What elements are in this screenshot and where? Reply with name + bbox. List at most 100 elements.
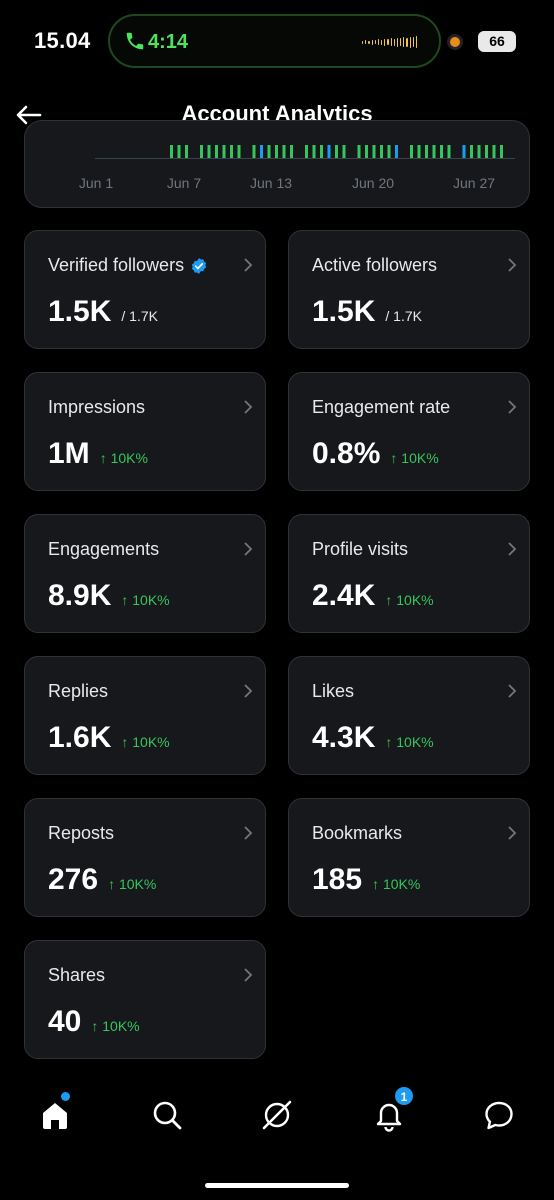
search-icon — [153, 1101, 182, 1130]
nav-messages[interactable] — [482, 1098, 516, 1132]
chart-bar — [267, 145, 271, 159]
card-value: 1.5K — [312, 295, 376, 328]
home-indicator — [205, 1183, 349, 1188]
unread-dot — [61, 1092, 70, 1101]
card-profile-visits[interactable]: Profile visits 2.4K ↑ 10K% — [288, 514, 530, 633]
card-label-row: Verified followers — [48, 255, 208, 276]
card-label-row: Profile visits — [312, 539, 408, 560]
chevron-right-icon — [244, 542, 253, 556]
status-bar: 15.04 4:14 66 — [0, 0, 554, 84]
card-value-row: 1.6K ↑ 10K% — [48, 721, 170, 755]
nav-home[interactable] — [38, 1092, 72, 1132]
card-total: / 1.7K — [121, 308, 158, 324]
chart-bar — [425, 145, 428, 159]
chart-bar — [215, 145, 218, 159]
card-label-row: Shares — [48, 965, 105, 986]
card-reposts[interactable]: Reposts 276 ↑ 10K% — [24, 798, 266, 917]
card-delta: ↑ 10K% — [121, 734, 170, 750]
chart-bar — [365, 145, 368, 159]
card-delta: ↑ 10K% — [385, 734, 434, 750]
card-label-row: Active followers — [312, 255, 437, 276]
chart-bar — [207, 145, 211, 159]
card-delta: ↑ 10K% — [91, 1018, 140, 1034]
card-value: 1M — [48, 437, 90, 470]
chart-bar — [357, 145, 361, 159]
chart-bar — [185, 145, 188, 159]
card-value-row: 2.4K ↑ 10K% — [312, 579, 434, 613]
card-label: Replies — [48, 681, 109, 701]
dynamic-island-call[interactable]: 4:14 — [108, 14, 441, 68]
card-replies[interactable]: Replies 1.6K ↑ 10K% — [24, 656, 266, 775]
chart-bar — [432, 145, 436, 159]
bottom-navigation: 1 — [0, 1080, 554, 1156]
card-label: Reposts — [48, 823, 115, 843]
phone-icon — [126, 32, 144, 50]
chart-bar — [327, 145, 331, 159]
chart-bar — [200, 145, 203, 159]
card-label: Verified followers — [48, 255, 185, 275]
chevron-right-icon — [508, 684, 517, 698]
chevron-right-icon — [244, 258, 253, 272]
card-value-row: 1M ↑ 10K% — [48, 437, 148, 471]
card-value: 0.8% — [312, 437, 381, 470]
card-verified-followers[interactable]: Verified followers 1.5K / 1.7K — [24, 230, 266, 349]
chevron-right-icon — [508, 826, 517, 840]
chart-bar — [305, 145, 308, 159]
chart-bar — [282, 145, 286, 159]
chart-bar — [492, 145, 496, 159]
card-label-row: Engagement rate — [312, 397, 450, 418]
card-delta: ↑ 10K% — [385, 592, 434, 608]
chart-bar — [275, 145, 278, 159]
card-value: 4.3K — [312, 721, 376, 754]
card-engagement-rate[interactable]: Engagement rate 0.8% ↑ 10K% — [288, 372, 530, 491]
chart-x-axis — [95, 158, 515, 159]
card-shares[interactable]: Shares 40 ↑ 10K% — [24, 940, 266, 1059]
x-tick-label: Jun 20 — [351, 175, 395, 191]
card-label-row: Engagements — [48, 539, 159, 560]
battery-indicator: 66 — [478, 31, 516, 52]
card-label-row: Reposts — [48, 823, 114, 844]
card-value: 8.9K — [48, 579, 112, 612]
chevron-right-icon — [244, 684, 253, 698]
chevron-right-icon — [244, 968, 253, 982]
chart-bar — [312, 145, 316, 159]
chart-bars — [170, 145, 503, 159]
card-value-row: 1.5K / 1.7K — [312, 295, 422, 329]
chart-bar — [462, 145, 466, 159]
x-tick-label: Jun 1 — [78, 175, 114, 191]
chart-bar — [380, 145, 383, 159]
chart-bar — [222, 145, 226, 159]
card-impressions[interactable]: Impressions 1M ↑ 10K% — [24, 372, 266, 491]
card-delta: ↑ 10K% — [108, 876, 157, 892]
card-label-row: Replies — [48, 681, 108, 702]
nav-search[interactable] — [150, 1098, 184, 1132]
nav-grok[interactable] — [260, 1098, 294, 1132]
chart-bar — [485, 145, 488, 159]
chart-bar — [387, 145, 391, 159]
card-active-followers[interactable]: Active followers 1.5K / 1.7K — [288, 230, 530, 349]
audio-wave-icon — [362, 36, 418, 48]
nav-notifications[interactable]: 1 — [372, 1086, 414, 1132]
analytics-chart-card[interactable]: Jun 1 Jun 7 Jun 13 Jun 20 Jun 27 — [24, 120, 530, 208]
card-delta: ↑ 10K% — [99, 450, 148, 466]
chart-bar — [237, 145, 241, 159]
x-tick-label: Jun 7 — [166, 175, 202, 191]
call-duration: 4:14 — [148, 31, 189, 53]
chart-bar — [252, 145, 256, 159]
card-value: 1.5K — [48, 295, 112, 328]
chevron-right-icon — [508, 400, 517, 414]
card-engagements[interactable]: Engagements 8.9K ↑ 10K% — [24, 514, 266, 633]
card-value-row: 1.5K / 1.7K — [48, 295, 158, 329]
card-likes[interactable]: Likes 4.3K ↑ 10K% — [288, 656, 530, 775]
messages-icon — [485, 1101, 513, 1130]
chart-bar — [440, 145, 443, 159]
card-bookmarks[interactable]: Bookmarks 185 ↑ 10K% — [288, 798, 530, 917]
card-value: 40 — [48, 1005, 82, 1038]
chart-bar — [290, 145, 293, 159]
card-label-row: Impressions — [48, 397, 145, 418]
chart-bar — [410, 145, 413, 159]
card-value-row: 40 ↑ 10K% — [48, 1005, 140, 1039]
card-label-row: Bookmarks — [312, 823, 402, 844]
card-delta: ↑ 10K% — [390, 450, 439, 466]
camera-in-use-indicator — [447, 34, 463, 50]
